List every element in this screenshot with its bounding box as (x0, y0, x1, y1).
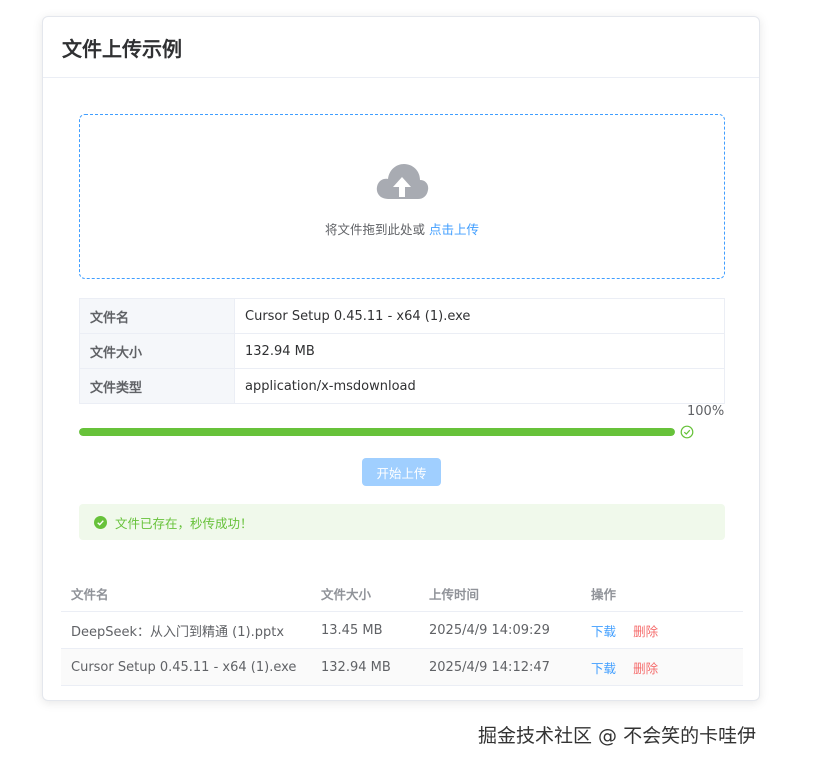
success-check-icon (94, 515, 107, 529)
file-name-cell: DeepSeek：从入门到精通 (1).pptx (61, 611, 311, 649)
upload-dropzone[interactable]: 将文件拖到此处或 点击上传 (79, 114, 725, 279)
click-upload-link[interactable]: 点击上传 (429, 222, 479, 237)
upload-prompt-text: 将文件拖到此处或 (324, 222, 425, 237)
cloud-upload-icon (376, 164, 429, 199)
info-row-filetype: 文件类型 application/x-msdownload (79, 368, 725, 404)
upload-prompt: 将文件拖到此处或 点击上传 (325, 219, 479, 238)
success-alert: 文件已存在，秒传成功！ (79, 504, 725, 540)
table-row: Cursor Setup 0.45.11 - x64 (1).exe 132.9… (61, 648, 743, 686)
upload-time-cell: 2025/4/9 14:12:47 (419, 648, 581, 686)
column-header-size: 文件大小 (311, 576, 419, 612)
watermark: 掘金技术社区 @ 不会笑的卡哇伊 (478, 725, 757, 747)
alert-message: 文件已存在，秒传成功！ (115, 515, 253, 531)
table-header-row: 文件名 文件大小 上传时间 操作 (61, 576, 743, 612)
info-row-filesize: 文件大小 132.94 MB (79, 333, 725, 369)
file-size-cell: 13.45 MB (311, 611, 419, 649)
column-header-actions: 操作 (581, 576, 743, 612)
start-upload-button[interactable]: 开始上传 (362, 458, 441, 486)
file-info-table: 文件名 Cursor Setup 0.45.11 - x64 (1).exe 文… (79, 298, 725, 404)
delete-link[interactable]: 删除 (633, 661, 658, 676)
column-header-name: 文件名 (61, 576, 311, 612)
column-header-time: 上传时间 (419, 576, 581, 612)
info-label: 文件类型 (79, 368, 235, 404)
progress-fill (79, 428, 675, 436)
progress-bar (79, 428, 675, 436)
card-header: 文件上传示例 (43, 17, 759, 78)
info-value: Cursor Setup 0.45.11 - x64 (1).exe (234, 298, 725, 334)
progress-percent: 100% (687, 404, 725, 419)
info-value: 132.94 MB (234, 333, 725, 369)
info-label: 文件名 (79, 298, 235, 334)
info-value: application/x-msdownload (234, 368, 725, 404)
actions-cell: 下载 删除 (581, 611, 743, 649)
download-link[interactable]: 下载 (591, 661, 616, 676)
file-size-cell: 132.94 MB (311, 648, 419, 686)
page-title: 文件上传示例 (62, 36, 182, 61)
info-label: 文件大小 (79, 333, 235, 369)
delete-link[interactable]: 删除 (633, 624, 658, 639)
upload-card: 文件上传示例 将文件拖到此处或 点击上传 文件名 Cursor Setup 0.… (42, 16, 760, 701)
upload-time-cell: 2025/4/9 14:09:29 (419, 611, 581, 649)
file-name-cell: Cursor Setup 0.45.11 - x64 (1).exe (61, 648, 311, 686)
uploaded-files-table: 文件名 文件大小 上传时间 操作 DeepSeek：从入门到精通 (1).ppt… (61, 576, 743, 686)
check-circle-icon (680, 425, 694, 439)
actions-cell: 下载 删除 (581, 648, 743, 686)
info-row-filename: 文件名 Cursor Setup 0.45.11 - x64 (1).exe (79, 298, 725, 334)
table-row: DeepSeek：从入门到精通 (1).pptx 13.45 MB 2025/4… (61, 611, 743, 649)
download-link[interactable]: 下载 (591, 624, 616, 639)
